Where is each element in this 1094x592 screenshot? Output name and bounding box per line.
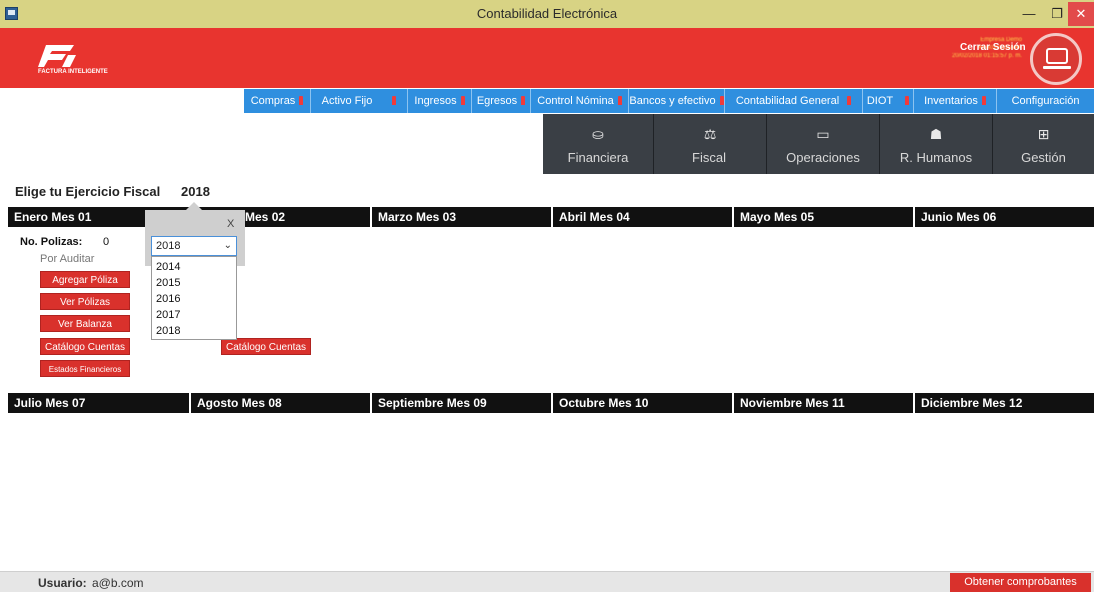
accounts-catalog-button[interactable]: Catálogo Cuentas xyxy=(40,338,130,355)
nav-egresos[interactable]: Egresos xyxy=(472,89,531,113)
close-button[interactable]: ✕ xyxy=(1068,2,1094,26)
financial-statements-button[interactable]: Estados Financieros xyxy=(40,360,130,377)
pin-icon xyxy=(460,96,465,105)
minimize-button[interactable]: — xyxy=(1015,2,1043,26)
maximize-button[interactable]: ❐ xyxy=(1043,2,1071,26)
nav-configuracion[interactable]: Configuración xyxy=(997,89,1094,113)
year-option[interactable]: 2014 xyxy=(152,259,236,275)
scale-icon: ⚖ xyxy=(703,126,717,142)
view-balanza-button[interactable]: Ver Balanza xyxy=(40,315,130,332)
month-header[interactable]: Septiembre Mes 09 xyxy=(370,393,551,413)
month-header[interactable]: Octubre Mes 10 xyxy=(551,393,732,413)
category-gestion[interactable]: ⊞ Gestión xyxy=(993,114,1094,174)
month-header[interactable]: Julio Mes 07 xyxy=(8,393,189,413)
category-fiscal[interactable]: ⚖ Fiscal xyxy=(654,114,767,174)
nav-control-nomina[interactable]: Control Nómina xyxy=(531,89,629,113)
month-header[interactable]: Noviembre Mes 11 xyxy=(732,393,913,413)
month-header[interactable]: Marzo Mes 03 xyxy=(370,207,551,227)
category-r-humanos[interactable]: ☗ R. Humanos xyxy=(880,114,993,174)
pin-icon xyxy=(299,96,304,105)
month-header[interactable]: Mayo Mes 05 xyxy=(732,207,913,227)
user-label: Usuario: xyxy=(38,576,87,590)
pin-icon xyxy=(981,96,986,105)
nav-activo-fijo[interactable]: Activo Fijo xyxy=(311,89,408,113)
laptop-avatar-icon[interactable] xyxy=(1030,33,1082,85)
category-operaciones[interactable]: ▭ Operaciones xyxy=(767,114,880,174)
pin-icon xyxy=(905,96,910,105)
year-option[interactable]: 2015 xyxy=(152,275,236,291)
pin-icon xyxy=(617,96,622,105)
view-polizas-button[interactable]: Ver Pólizas xyxy=(40,293,130,310)
month-header[interactable]: Agosto Mes 08 xyxy=(189,393,370,413)
session-datetime: 20/02/2018 01:15:57 p. m. xyxy=(951,53,1022,59)
nav-diot[interactable]: DIOT xyxy=(863,89,914,113)
year-option[interactable]: 2017 xyxy=(152,307,236,323)
year-option[interactable]: 2016 xyxy=(152,291,236,307)
factura-inteligente-logo: FACTURA INTELIGENTE xyxy=(38,43,118,83)
fetch-receipts-button[interactable]: Obtener comprobantes xyxy=(950,573,1091,592)
window-title: Contabilidad Electrónica xyxy=(476,6,618,21)
status-bar: Usuario: a@b.com Obtener comprobantes xyxy=(0,571,1094,592)
months-row-2: Julio Mes 07 Agosto Mes 08 Septiembre Me… xyxy=(8,393,1094,413)
monitor-icon: ▭ xyxy=(816,126,830,142)
pin-icon xyxy=(392,96,397,105)
add-poliza-button[interactable]: Agregar Póliza xyxy=(40,271,130,288)
app-header: FACTURA INTELIGENTE Empresa Demo AAA0101… xyxy=(0,28,1094,88)
window-titlebar: Contabilidad Electrónica — ❐ ✕ xyxy=(0,0,1094,28)
por-auditar-label: Por Auditar xyxy=(40,253,95,265)
pin-icon xyxy=(521,96,526,105)
month-header[interactable]: Diciembre Mes 12 xyxy=(913,393,1094,413)
coins-icon: ⛀ xyxy=(592,126,604,142)
year-dropdown-list: 2014 2015 2016 2017 2018 xyxy=(151,256,237,340)
year-option[interactable]: 2018 xyxy=(152,323,236,339)
pin-icon xyxy=(847,96,852,105)
fiscal-year-value[interactable]: 2018 xyxy=(181,184,210,199)
polizas-count: 0 xyxy=(103,236,110,248)
accounts-catalog-button-feb[interactable]: Catálogo Cuentas xyxy=(221,338,311,355)
org-chart-icon: ⊞ xyxy=(1037,126,1050,142)
user-email: a@b.com xyxy=(92,576,144,590)
popup-notch xyxy=(186,202,202,210)
category-bar: ⛀ Financiera ⚖ Fiscal ▭ Operaciones ☗ R.… xyxy=(543,114,1094,174)
month-header[interactable]: Junio Mes 06 xyxy=(913,207,1094,227)
nav-bancos[interactable]: Bancos y efectivo xyxy=(629,89,725,113)
pin-icon xyxy=(719,96,724,105)
person-icon: ☗ xyxy=(929,126,943,142)
month-header[interactable]: Abril Mes 04 xyxy=(551,207,732,227)
polizas-label: No. Polizas: xyxy=(20,236,83,248)
nav-ingresos[interactable]: Ingresos xyxy=(408,89,472,113)
logout-link[interactable]: Cerrar Sesión xyxy=(960,42,1026,53)
nav-inventarios[interactable]: Inventarios xyxy=(914,89,997,113)
category-financiera[interactable]: ⛀ Financiera xyxy=(543,114,654,174)
module-nav: Compras Activo Fijo Ingresos Egresos Con… xyxy=(244,89,1094,113)
year-select[interactable]: 2018 ⌄ xyxy=(151,236,237,256)
nav-compras[interactable]: Compras xyxy=(244,89,311,113)
nav-contabilidad-general[interactable]: Contabilidad General xyxy=(725,89,863,113)
chevron-down-icon: ⌄ xyxy=(223,240,232,251)
popup-close-button[interactable]: X xyxy=(227,218,234,230)
fiscal-year-label: Elige tu Ejercicio Fiscal xyxy=(15,184,161,199)
